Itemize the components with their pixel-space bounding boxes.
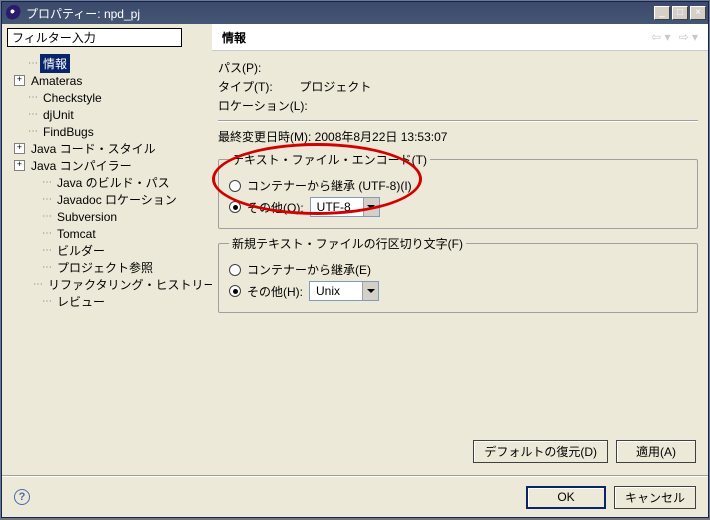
- type-row: タイプ(T): プロジェクト: [218, 78, 698, 95]
- tree-item[interactable]: ⋯Javadoc ロケーション: [8, 191, 210, 208]
- location-label: ロケーション(L):: [218, 97, 698, 114]
- footer: ? OK キャンセル: [2, 477, 708, 517]
- tree-item[interactable]: ⋯djUnit: [8, 106, 210, 123]
- page-title: 情報: [222, 29, 246, 46]
- linebreak-inherit-label: コンテナーから継承(E): [247, 261, 371, 278]
- linebreak-inherit-radio[interactable]: [229, 264, 241, 276]
- tree-item[interactable]: ⋯Tomcat: [8, 225, 210, 242]
- modified-row: 最終変更日時(M): 2008年8月22日 13:53:07: [218, 128, 698, 145]
- tree-item[interactable]: ⋯FindBugs: [8, 123, 210, 140]
- encoding-legend: テキスト・ファイル・エンコード(T): [229, 151, 430, 168]
- linebreak-other-radio[interactable]: [229, 285, 241, 297]
- restore-defaults-button[interactable]: デフォルトの復元(D): [473, 440, 608, 463]
- tree-item[interactable]: ⋯プロジェクト参照: [8, 259, 210, 276]
- encoding-combo[interactable]: UTF-8: [310, 197, 380, 217]
- tree-item-label: Amateras: [28, 73, 85, 89]
- expand-icon[interactable]: +: [14, 160, 25, 171]
- tree-item-label: Tomcat: [54, 226, 99, 242]
- tree-item[interactable]: +Amateras: [8, 72, 210, 89]
- chevron-down-icon[interactable]: [362, 282, 378, 300]
- maximize-button[interactable]: □: [672, 6, 688, 20]
- eclipse-icon: [6, 5, 22, 21]
- tree-item[interactable]: ⋯Java のビルド・パス: [8, 174, 210, 191]
- tree-item-label: FindBugs: [40, 124, 97, 140]
- encoding-fieldset: テキスト・ファイル・エンコード(T) コンテナーから継承 (UTF-8)(I) …: [218, 151, 698, 229]
- tree-item[interactable]: ⋯レビュー: [8, 293, 210, 310]
- expand-icon[interactable]: +: [14, 143, 25, 154]
- linebreak-combo[interactable]: Unix: [309, 281, 379, 301]
- tree-item[interactable]: ⋯リファクタリング・ヒストリー: [8, 276, 210, 293]
- nav-back-icon[interactable]: ⇦ ▾: [651, 30, 670, 44]
- tree-item-label: Subversion: [54, 209, 120, 225]
- chevron-down-icon[interactable]: [363, 198, 379, 216]
- nav-forward-icon[interactable]: ⇨ ▾: [679, 30, 698, 44]
- tree-item[interactable]: +Java コンパイラー: [8, 157, 210, 174]
- banner: 情報 ⇦ ▾ ⇨ ▾: [212, 24, 708, 51]
- encoding-other-label: その他(O):: [247, 199, 304, 216]
- expand-icon[interactable]: +: [14, 75, 25, 86]
- path-label: パス(P):: [218, 59, 698, 76]
- linebreak-legend: 新規テキスト・ファイルの行区切り文字(F): [229, 235, 466, 252]
- titlebar: プロパティー: npd_pj _ □ ×: [2, 2, 708, 24]
- ok-button[interactable]: OK: [526, 486, 606, 509]
- modified-value: 2008年8月22日 13:53:07: [315, 130, 448, 144]
- type-value: プロジェクト: [299, 80, 371, 94]
- top-row: 情報 ⇦ ▾ ⇨ ▾: [2, 24, 708, 51]
- tree-item[interactable]: +Java コード・スタイル: [8, 140, 210, 157]
- tree-item-label: Checkstyle: [40, 90, 105, 106]
- category-tree[interactable]: ⋯情報+Amateras⋯Checkstyle⋯djUnit⋯FindBugs+…: [2, 51, 212, 475]
- encoding-inherit-radio[interactable]: [229, 180, 241, 192]
- tree-item[interactable]: ⋯Checkstyle: [8, 89, 210, 106]
- properties-dialog: プロパティー: npd_pj _ □ × 情報 ⇦ ▾ ⇨ ▾ ⋯情報+Amat…: [1, 1, 709, 518]
- cancel-button[interactable]: キャンセル: [614, 486, 696, 509]
- tree-item-label: djUnit: [40, 107, 77, 123]
- linebreak-fieldset: 新規テキスト・ファイルの行区切り文字(F) コンテナーから継承(E) その他(H…: [218, 235, 698, 313]
- linebreak-other-label: その他(H):: [247, 283, 303, 300]
- encoding-inherit-label: コンテナーから継承 (UTF-8)(I): [247, 177, 412, 194]
- close-button[interactable]: ×: [690, 6, 706, 20]
- tree-item[interactable]: ⋯ビルダー: [8, 242, 210, 259]
- tree-item[interactable]: ⋯情報: [8, 55, 210, 72]
- help-icon[interactable]: ?: [14, 489, 30, 505]
- content-pane: パス(P): タイプ(T): プロジェクト ロケーション(L): 最終変更日時(…: [212, 51, 708, 475]
- window-title: プロパティー: npd_pj: [26, 5, 652, 22]
- tree-item-label: Javadoc ロケーション: [54, 190, 180, 209]
- minimize-button[interactable]: _: [654, 6, 670, 20]
- tree-item-label: レビュー: [54, 292, 108, 311]
- apply-button[interactable]: 適用(A): [616, 440, 696, 463]
- tree-item-label: 情報: [40, 54, 70, 73]
- filter-input[interactable]: [7, 28, 182, 47]
- encoding-other-radio[interactable]: [229, 201, 241, 213]
- tree-item[interactable]: ⋯Subversion: [8, 208, 210, 225]
